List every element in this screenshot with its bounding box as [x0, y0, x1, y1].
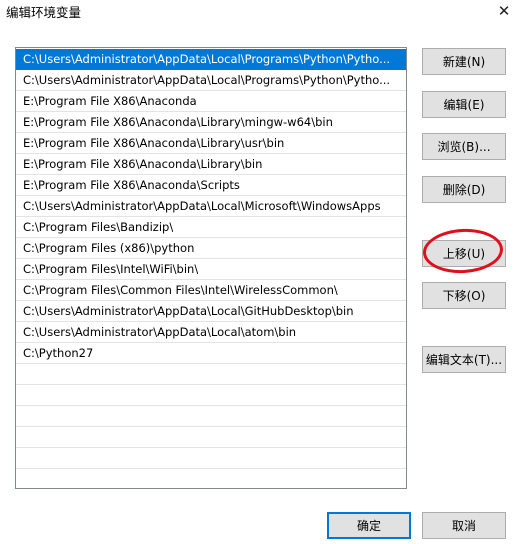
- edit-text-button[interactable]: 编辑文本(T)...: [422, 346, 506, 373]
- list-item-text: E:\Program File X86\Anaconda\Library\min…: [23, 115, 333, 129]
- window-title: 编辑环境变量: [6, 5, 82, 20]
- list-item[interactable]: C:\Users\Administrator\AppData\Local\Pro…: [16, 70, 406, 91]
- list-item[interactable]: C:\Users\Administrator\AppData\Local\Pro…: [16, 49, 406, 70]
- browse-button[interactable]: 浏览(B)...: [422, 133, 506, 160]
- list-item[interactable]: C:\Program Files\Intel\WiFi\bin\: [16, 259, 406, 280]
- list-item[interactable]: C:\Users\Administrator\AppData\Local\Git…: [16, 301, 406, 322]
- list-item-text: E:\Program File X86\Anaconda: [23, 94, 197, 108]
- empty-list-row[interactable]: [16, 448, 406, 469]
- empty-list-row[interactable]: [16, 385, 406, 406]
- list-item[interactable]: E:\Program File X86\Anaconda: [16, 91, 406, 112]
- empty-list-row[interactable]: [16, 427, 406, 448]
- list-item-text: E:\Program File X86\Anaconda\Library\usr…: [23, 136, 285, 150]
- empty-list-row[interactable]: [16, 469, 406, 488]
- close-icon[interactable]: ✕: [494, 0, 514, 22]
- edit-button[interactable]: 编辑(E): [422, 91, 506, 118]
- list-item[interactable]: C:\Program Files (x86)\python: [16, 238, 406, 259]
- list-item-text: C:\Program Files\Intel\WiFi\bin\: [23, 262, 199, 276]
- list-item-text: C:\Program Files (x86)\python: [23, 241, 195, 255]
- list-item-text: C:\Program Files\Common Files\Intel\Wire…: [23, 283, 338, 297]
- list-item-text: E:\Program File X86\Anaconda\Library\bin: [23, 157, 263, 171]
- list-item-text: C:\Program Files\Bandizip\: [23, 220, 174, 234]
- cancel-button[interactable]: 取消: [422, 512, 506, 539]
- move-up-button[interactable]: 上移(U): [422, 240, 506, 267]
- list-item[interactable]: E:\Program File X86\Anaconda\Library\usr…: [16, 133, 406, 154]
- list-item-text: E:\Program File X86\Anaconda\Scripts: [23, 178, 240, 192]
- ok-button[interactable]: 确定: [327, 512, 411, 539]
- delete-button[interactable]: 删除(D): [422, 176, 506, 203]
- list-item-text: C:\Users\Administrator\AppData\Local\Pro…: [23, 52, 391, 66]
- new-button[interactable]: 新建(N): [422, 48, 506, 75]
- list-item-text: C:\Users\Administrator\AppData\Local\Git…: [23, 304, 354, 318]
- list-item[interactable]: C:\Python27: [16, 343, 406, 364]
- list-item[interactable]: C:\Program Files\Bandizip\: [16, 217, 406, 238]
- empty-list-row[interactable]: [16, 364, 406, 385]
- move-down-button[interactable]: 下移(O): [422, 282, 506, 309]
- list-item[interactable]: E:\Program File X86\Anaconda\Scripts: [16, 175, 406, 196]
- list-item-text: C:\Python27: [23, 346, 94, 360]
- list-item[interactable]: C:\Users\Administrator\AppData\Local\ato…: [16, 322, 406, 343]
- list-item-text: C:\Users\Administrator\AppData\Local\Pro…: [23, 73, 391, 87]
- path-list[interactable]: C:\Users\Administrator\AppData\Local\Pro…: [15, 47, 407, 489]
- list-item-text: C:\Users\Administrator\AppData\Local\Mic…: [23, 199, 381, 213]
- list-item[interactable]: E:\Program File X86\Anaconda\Library\min…: [16, 112, 406, 133]
- list-item[interactable]: C:\Users\Administrator\AppData\Local\Mic…: [16, 196, 406, 217]
- list-item[interactable]: C:\Program Files\Common Files\Intel\Wire…: [16, 280, 406, 301]
- list-item[interactable]: E:\Program File X86\Anaconda\Library\bin: [16, 154, 406, 175]
- list-item-text: C:\Users\Administrator\AppData\Local\ato…: [23, 325, 297, 339]
- empty-list-row[interactable]: [16, 406, 406, 427]
